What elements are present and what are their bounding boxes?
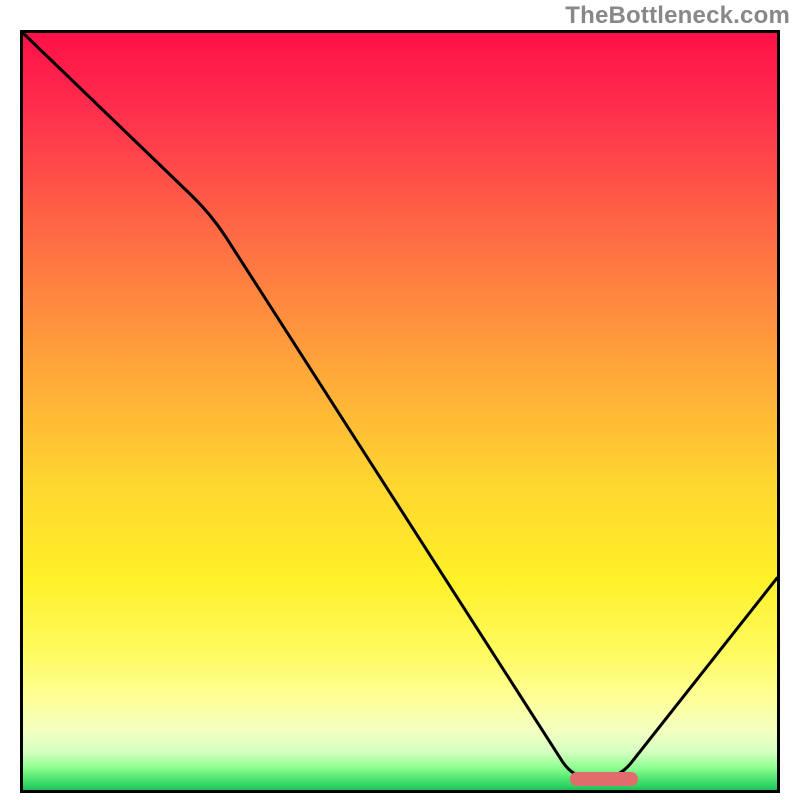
bottleneck-curve [23, 33, 777, 779]
watermark-text: TheBottleneck.com [565, 2, 790, 30]
chart-svg [23, 33, 777, 790]
chart-container: TheBottleneck.com [0, 0, 800, 800]
optimal-marker [570, 772, 638, 786]
plot-frame [20, 30, 780, 793]
